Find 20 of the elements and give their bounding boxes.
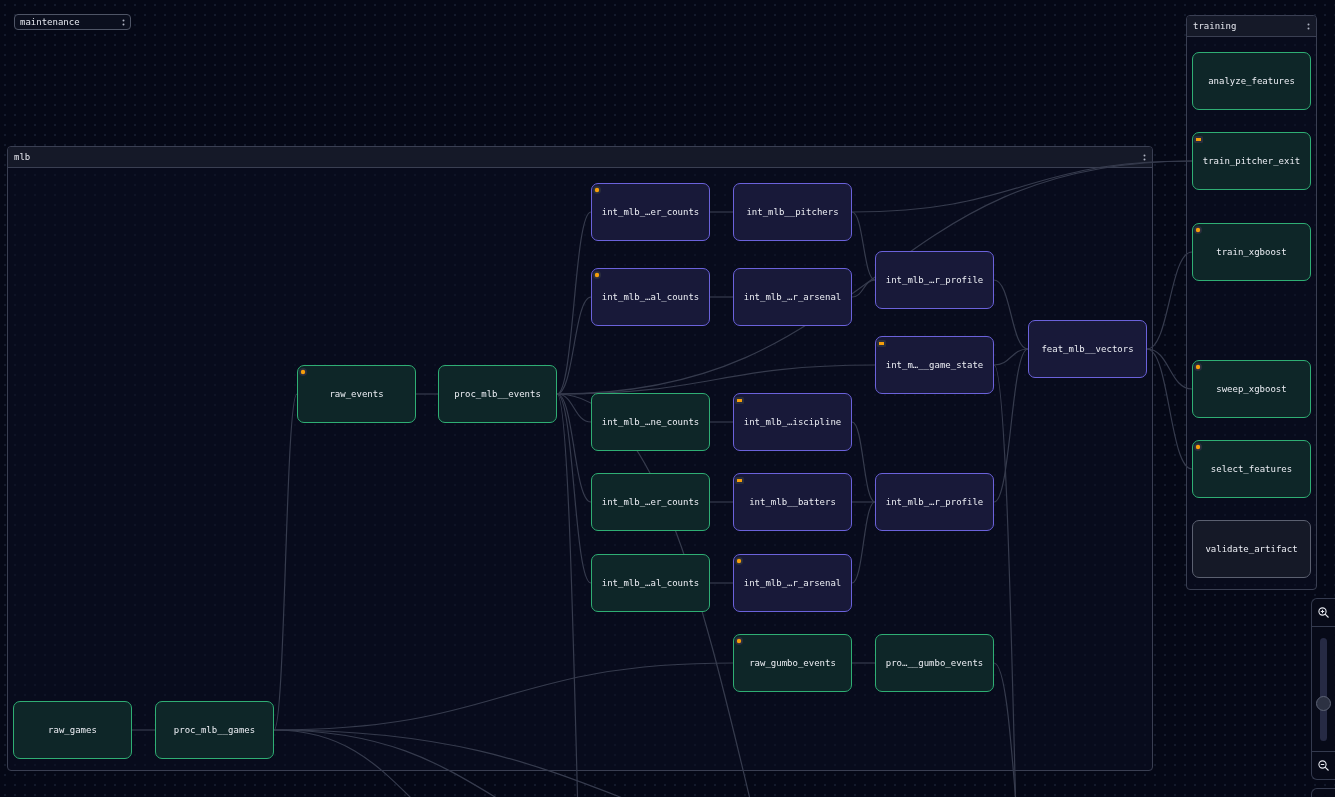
menu-icon[interactable] [1143,153,1146,161]
pipeline-node[interactable]: train_xgboost [1192,223,1311,281]
menu-icon[interactable] [122,18,125,26]
status-dot-icon [1194,363,1202,371]
group-title: training [1193,21,1237,31]
status-square-icon [1194,136,1203,143]
zoom-in-icon [1318,607,1329,618]
pipeline-node[interactable]: sweep_xgboost [1192,360,1311,418]
pipeline-node[interactable]: select_features [1192,440,1311,498]
group-title: mlb [14,152,31,162]
menu-icon[interactable] [1307,22,1310,30]
pipeline-node[interactable]: validate_artifact [1192,520,1311,578]
pipeline-node[interactable]: train_pitcher_exit [1192,132,1311,190]
status-dot-icon [1194,443,1202,451]
slider-thumb[interactable] [1316,695,1331,711]
zoom-out-icon [1318,760,1329,771]
pipeline-node[interactable]: analyze_features [1192,52,1311,110]
status-dot-icon [1194,226,1202,234]
pipeline-node[interactable]: raw_games [13,701,132,759]
group-title: maintenance [20,17,80,27]
